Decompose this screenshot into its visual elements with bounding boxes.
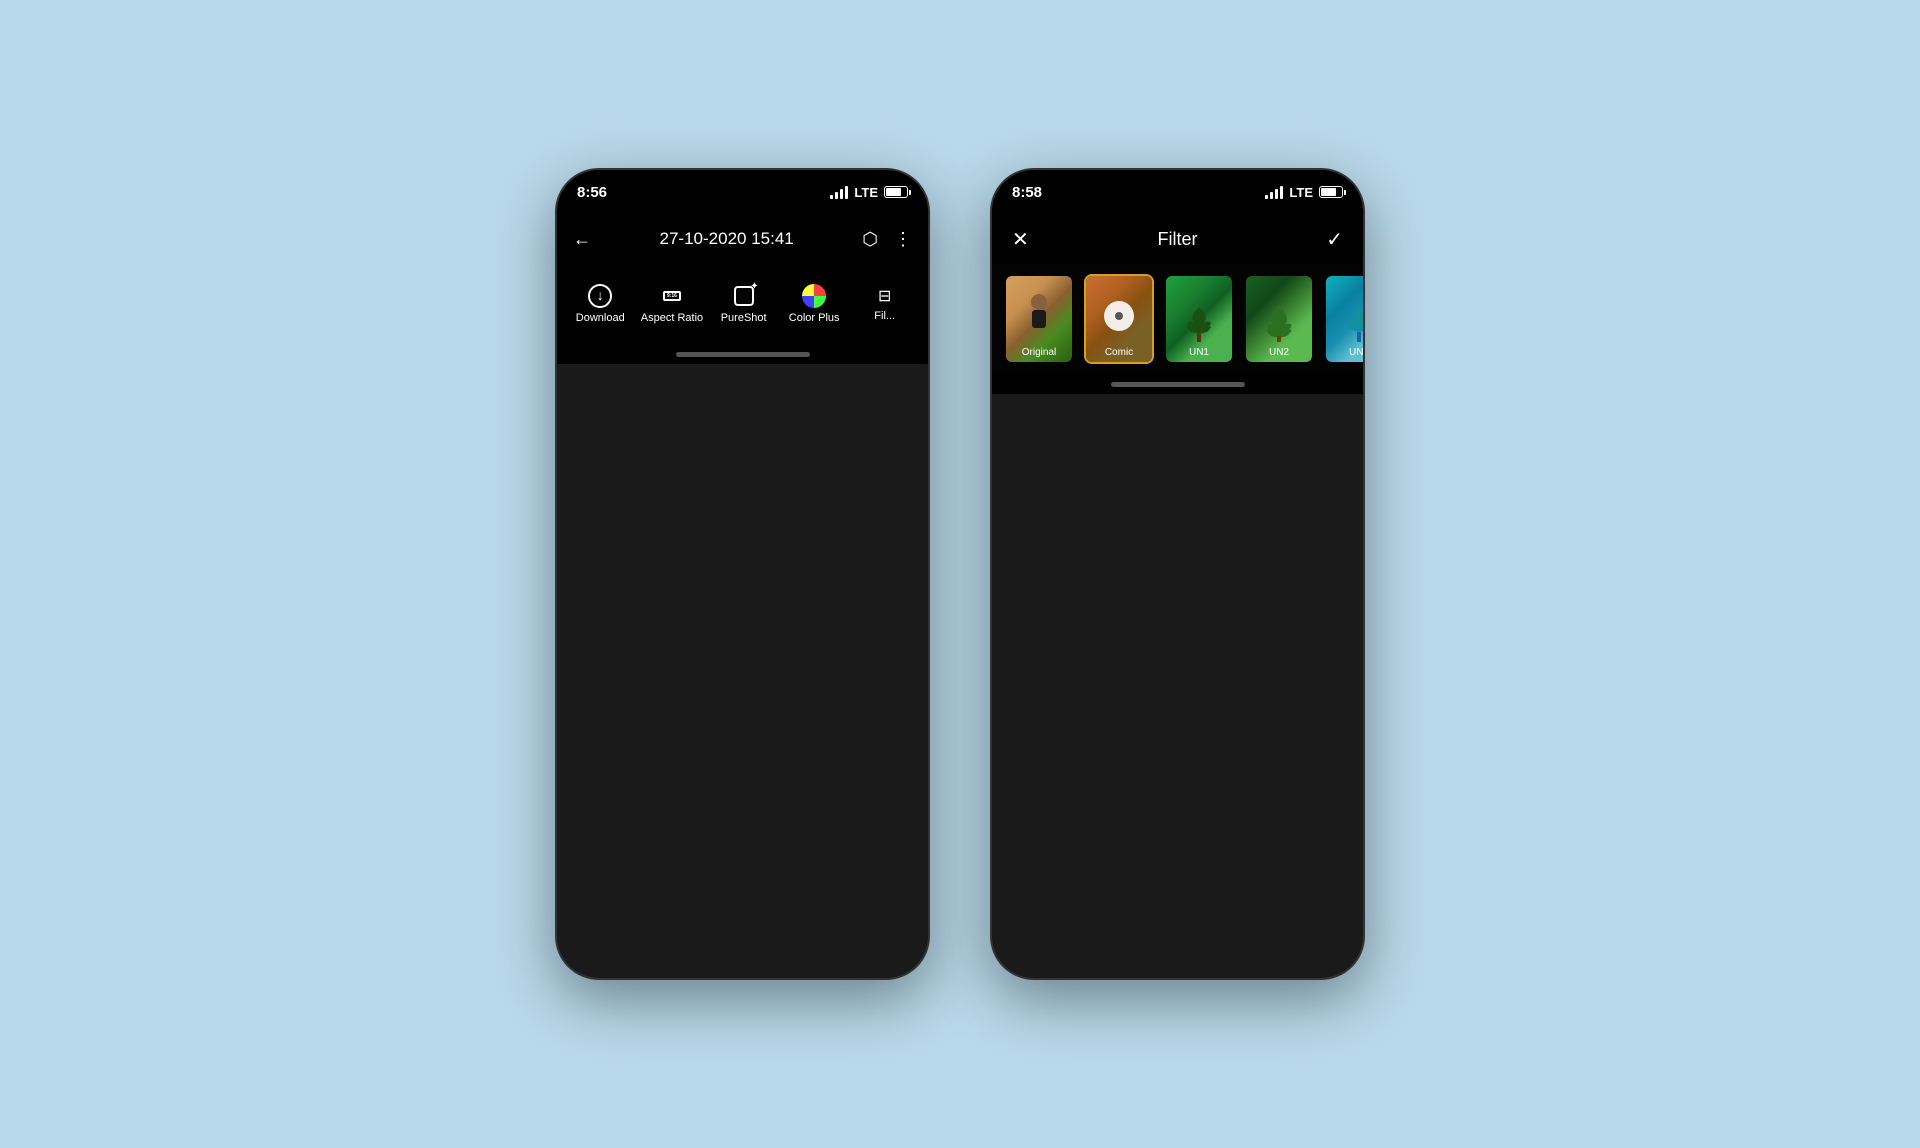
pureshot-icon: ✦ [732,284,756,308]
battery-fill-right [1321,188,1336,196]
header-title-left: 27-10-2020 15:41 [660,229,794,249]
signal-bars-left [830,186,848,199]
battery-right [1319,186,1343,198]
signal-bar-4 [845,186,848,199]
filter-tool[interactable]: ⊟ Fil... [855,286,915,322]
signal-bar-3 [840,189,843,199]
comic-dot [1115,312,1123,320]
signal-bars-right [1265,186,1283,199]
download-label: Download [576,312,625,324]
filter-un1[interactable]: UN1 [1164,274,1234,364]
original-person [1024,292,1054,342]
un3-label: UN3 [1326,347,1363,358]
filter-comic[interactable]: Comic [1084,274,1154,364]
back-button-left[interactable]: ← [573,229,591,250]
home-indicator-right [992,374,1363,394]
home-bar-left [676,352,810,357]
un3-tree [1339,302,1363,342]
signal-bar-r3 [1275,189,1278,199]
signal-bar-r4 [1280,186,1283,199]
colorplus-tool[interactable]: Color Plus [784,284,844,324]
un1-tree [1179,302,1219,342]
signal-bar-r2 [1270,192,1273,199]
pureshot-tool[interactable]: ✦ PureShot [714,284,774,324]
home-indicator-left [557,344,928,364]
ps-star: ✦ [750,281,758,292]
un2-label: UN2 [1246,347,1312,358]
confirm-button[interactable]: ✓ [1326,227,1343,252]
aspect-ratio-label: Aspect Ratio [641,312,703,324]
signal-bar-1 [830,195,833,199]
filter-un3[interactable]: UN3 [1324,274,1363,364]
colorplus-icon [802,284,826,308]
battery-fill-left [886,188,901,196]
header-icons-left: ⬡ ⋮ [862,229,912,250]
un1-label: UN1 [1166,347,1232,358]
more-icon-left[interactable]: ⋮ [894,229,912,250]
signal-bar-2 [835,192,838,199]
home-bar-right [1111,382,1245,387]
filter-icon: ⊟ [875,286,895,306]
left-phone: 8:56 LTE ← 27-10-2020 15:41 ⬡ ⋮ [555,168,930,980]
un2-tree [1259,302,1299,342]
pureshot-label: PureShot [721,312,767,324]
status-right-left: LTE [830,185,908,200]
filter-thumbnails: Original Comic UN1 [992,264,1363,374]
comic-label: Comic [1086,347,1152,358]
lte-label-right: LTE [1289,185,1313,200]
toolbar-left: ↓ Download 9:16 Aspect Ratio ✦ Pur [557,264,928,344]
original-label: Original [1006,347,1072,358]
filter-header: ✕ Filter ✓ [992,214,1363,264]
aspect-ratio-tool[interactable]: 9:16 Aspect Ratio [641,284,703,324]
time-right: 8:58 [1012,184,1042,201]
right-phone: 8:58 LTE ✕ Filter ✓ [990,168,1365,980]
close-button[interactable]: ✕ [1012,227,1029,252]
share-icon-left[interactable]: ⬡ [862,229,878,250]
battery-left [884,186,908,198]
time-left: 8:56 [577,184,607,201]
lte-label-left: LTE [854,185,878,200]
header-bar-left: ← 27-10-2020 15:41 ⬡ ⋮ [557,214,928,264]
filter-un2[interactable]: UN2 [1244,274,1314,364]
aspect-ratio-icon: 9:16 [660,284,684,308]
colorplus-label: Color Plus [789,312,840,324]
signal-bar-r1 [1265,195,1268,199]
download-tool[interactable]: ↓ Download [570,284,630,324]
aspect-box: 9:16 [663,291,681,301]
filter-label: Fil... [874,310,895,322]
status-bar-right: 8:58 LTE [992,170,1363,214]
download-icon: ↓ [588,284,612,308]
filter-original[interactable]: Original [1004,274,1074,364]
filter-title: Filter [1158,229,1198,250]
status-right-right: LTE [1265,185,1343,200]
status-bar-left: 8:56 LTE [557,170,928,214]
comic-circle [1104,301,1134,331]
